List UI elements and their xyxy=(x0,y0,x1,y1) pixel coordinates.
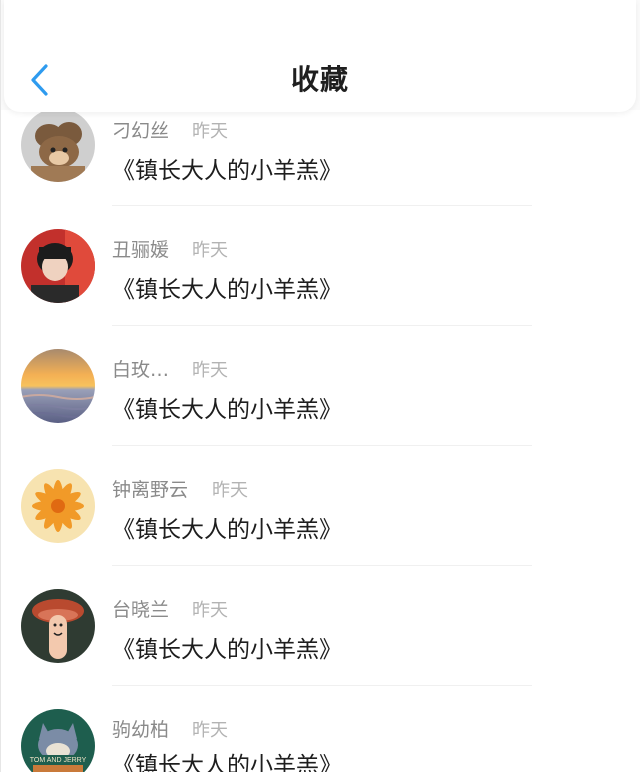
divider xyxy=(112,325,532,326)
left-edge xyxy=(0,0,1,772)
nav-header: 收藏 xyxy=(4,0,636,112)
item-username: 刁幻丝 xyxy=(112,120,170,142)
avatar-cartoon-mouse[interactable] xyxy=(21,108,95,182)
avatar-flower[interactable] xyxy=(21,469,95,543)
avatar-portrait[interactable] xyxy=(21,229,95,303)
list-item[interactable]: 钟离野云 昨天 《镇长大人的小羊羔》 xyxy=(0,448,640,568)
item-book-title[interactable]: 《镇长大人的小羊羔》 xyxy=(112,630,342,664)
item-username: 丑骊媛 xyxy=(112,239,170,261)
item-time: 昨天 xyxy=(192,600,228,621)
item-book-title[interactable]: 《镇长大人的小羊羔》 xyxy=(112,390,342,424)
item-book-title[interactable]: 《镇长大人的小羊羔》 xyxy=(112,510,342,544)
list-item[interactable]: 白玫… 昨天 《镇长大人的小羊羔》 xyxy=(0,328,640,448)
item-username: 白玫… xyxy=(112,359,170,381)
divider xyxy=(112,685,532,686)
item-username: 台晓兰 xyxy=(112,599,170,621)
item-username: 钟离野云 xyxy=(112,479,189,501)
item-time: 昨天 xyxy=(192,121,228,142)
avatar-finger[interactable] xyxy=(21,589,95,663)
item-book-title[interactable]: 《镇长大人的小羊羔》 xyxy=(112,151,342,185)
page-title: 收藏 xyxy=(290,63,349,96)
avatar-tom-and-jerry[interactable]: TOM AND JERRY xyxy=(21,709,95,772)
divider xyxy=(112,445,532,446)
item-time: 昨天 xyxy=(192,240,228,261)
list-item[interactable]: TOM AND JERRY 驹幼柏 昨天 《镇长大人的小羊羔》 xyxy=(0,688,640,772)
avatar-sunset[interactable] xyxy=(21,349,95,423)
divider xyxy=(112,205,532,206)
favorites-screen: 刁幻丝 昨天 《镇长大人的小羊羔》 丑骊媛 昨天 《镇长大人的小羊羔》 白玫… … xyxy=(0,0,640,772)
item-book-title[interactable]: 《镇长大人的小羊羔》 xyxy=(112,270,342,304)
item-time: 昨天 xyxy=(192,360,228,381)
item-username: 驹幼柏 xyxy=(112,719,170,741)
svg-text:TOM AND JERRY: TOM AND JERRY xyxy=(30,757,87,764)
item-book-title[interactable]: 《镇长大人的小羊羔》 xyxy=(112,746,342,772)
item-time: 昨天 xyxy=(192,720,228,741)
item-time: 昨天 xyxy=(212,480,248,501)
divider xyxy=(112,565,532,566)
list-item[interactable]: 台晓兰 昨天 《镇长大人的小羊羔》 xyxy=(0,568,640,688)
list-item[interactable]: 丑骊媛 昨天 《镇长大人的小羊羔》 xyxy=(0,208,640,328)
